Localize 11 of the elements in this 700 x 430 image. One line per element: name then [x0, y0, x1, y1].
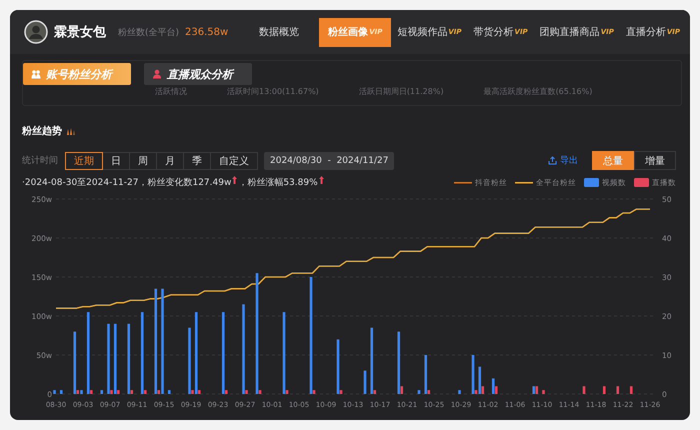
- activity-stat: 活跃情况: [155, 86, 187, 97]
- fans-count: 236.58w: [185, 26, 228, 38]
- fans-label: 粉丝数(全平台): [118, 26, 180, 38]
- section-title: 粉丝趋势: [22, 124, 62, 138]
- period-label: 统计时间: [22, 154, 58, 167]
- summary-text: ，粉丝涨幅53.89%: [238, 176, 318, 189]
- account-name: 霖景女包: [54, 24, 106, 41]
- activity-stat: 活跃时间13:00(11.67%): [227, 86, 319, 97]
- activity-stat: 活跃日期周日(11.28%): [358, 86, 444, 97]
- summary-text: ·2024-08-30至2024-11-27，粉丝变化数127.49w: [22, 176, 232, 189]
- activity-stat: 最高活跃度粉丝直数(65.16%): [484, 86, 592, 97]
